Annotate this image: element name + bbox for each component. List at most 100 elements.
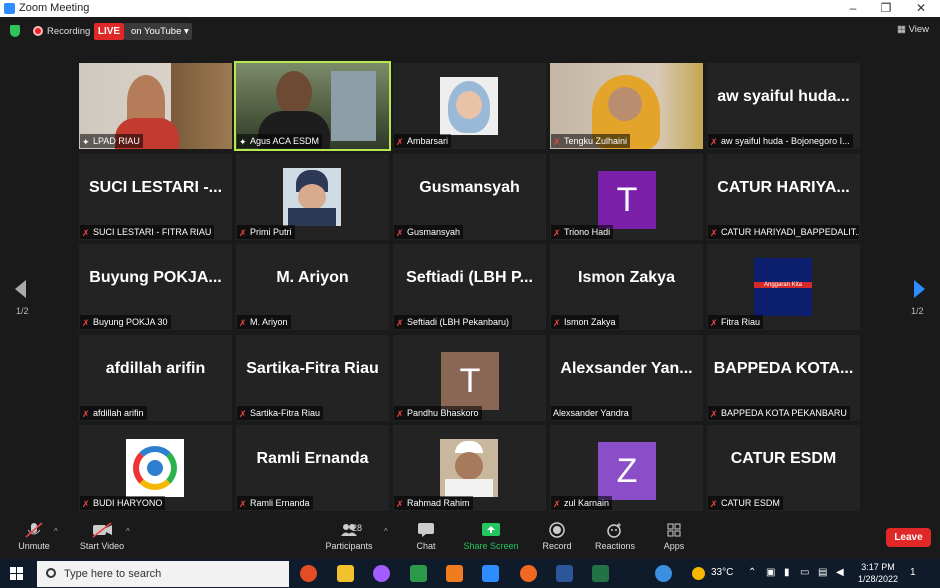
participant-tile[interactable]: ✦ Agus ACA ESDM <box>234 61 391 151</box>
participant-tile[interactable]: CATUR HARIYA... ✗ CATUR HARIYADI_BAPPEDALI… <box>707 154 860 240</box>
participant-tile[interactable]: Ismon Zakya ✗ Ismon Zakya <box>550 244 703 330</box>
notification-icon[interactable]: 1 <box>910 567 916 578</box>
mic-tray-icon[interactable]: ▮ <box>784 567 790 578</box>
participant-name-label: ✗ BUDI HARYONO <box>80 496 166 510</box>
participant-name: Fitra Riau <box>721 317 761 327</box>
avatar: T <box>598 171 656 229</box>
view-button[interactable]: ▦ View <box>897 24 929 35</box>
participant-name: Agus ACA ESDM <box>250 136 320 146</box>
next-page-arrow-icon[interactable] <box>914 280 925 298</box>
participant-name: CATUR ESDM <box>721 498 780 508</box>
participant-tile[interactable]: Buyung POKJA... ✗ Buyung POKJA 30 <box>79 244 232 330</box>
audio-options-caret-icon[interactable]: ^ <box>54 527 58 536</box>
browser-icon[interactable] <box>373 565 390 582</box>
taskbar-clock[interactable]: 3:17 PM 1/28/2022 <box>858 561 898 585</box>
participant-name: afdillah arifin <box>93 408 144 418</box>
media-app-icon[interactable] <box>520 565 537 582</box>
participant-tile[interactable]: BAPPEDA KOTA... ✗ BAPPEDA KOTA PEKANBARU <box>707 335 860 421</box>
participant-tile[interactable]: Z ✗ zul Karnain <box>550 425 703 511</box>
participant-tile[interactable]: Anggaran Kita ✗ Fitra Riau <box>707 244 860 330</box>
record-button[interactable]: Record <box>540 522 574 551</box>
participant-tile[interactable]: afdillah arifin ✗ afdillah arifin <box>79 335 232 421</box>
zoom-app: Zoom Meeting – ❐ ✕ Recording LIVE on You… <box>0 0 940 588</box>
participant-display-name: CATUR ESDM <box>730 450 837 467</box>
unmute-button[interactable]: Unmute <box>15 522 53 551</box>
chrome-icon[interactable] <box>300 565 317 582</box>
battery-icon[interactable]: ▭ <box>800 567 809 578</box>
temperature[interactable]: 33°C <box>711 567 733 578</box>
avatar-letter: T <box>459 362 481 400</box>
participant-tile[interactable]: M. Ariyon ✗ M. Ariyon <box>236 244 389 330</box>
muted-mic-icon: ✗ <box>239 499 247 509</box>
participant-tile[interactable]: Ramli Ernanda ✗ Ramli Ernanda <box>236 425 389 511</box>
participant-name-label: ✗ afdillah arifin <box>80 406 147 420</box>
muted-mic-icon: ✗ <box>396 499 404 509</box>
participant-tile[interactable]: Sartika-Fitra Riau ✗ Sartika-Fitra Riau <box>236 335 389 421</box>
participant-tile[interactable]: ✗ Primi Putri <box>236 154 389 240</box>
participants-button[interactable]: 28 Participants <box>322 522 376 551</box>
app-icon[interactable] <box>446 565 463 582</box>
participant-tile[interactable]: T ✗ Triono Hadi <box>550 154 703 240</box>
avatar-letter: T <box>616 181 638 219</box>
leave-button[interactable]: Leave <box>886 528 931 547</box>
logo-image <box>126 439 184 497</box>
participant-name: Ramli Ernanda <box>250 498 310 508</box>
help-icon[interactable] <box>655 565 672 582</box>
participant-tile[interactable]: SUCI LESTARI -... ✗ SUCI LESTARI - FITRA R… <box>79 154 232 240</box>
avatar: Z <box>598 442 656 500</box>
participant-tile[interactable]: Seftiadi (LBH P... ✗ Seftiadi (LBH Pekanba… <box>393 244 546 330</box>
prev-page-arrow-icon[interactable] <box>15 280 26 298</box>
participant-tile[interactable]: Alexsander Yan... Alexsander Yandra <box>550 335 703 421</box>
muted-mic-icon: ✗ <box>82 499 90 509</box>
participant-display-name: Seftiadi (LBH P... <box>406 269 533 286</box>
volume-icon[interactable]: ◀ <box>836 567 844 578</box>
participant-tile[interactable]: ✗ BUDI HARYONO <box>79 425 232 511</box>
participant-tile[interactable]: Gusmansyah ✗ Gusmansyah <box>393 154 546 240</box>
participant-tile[interactable]: aw syaiful huda... ✗ aw syaiful huda - Boj… <box>707 63 860 149</box>
participant-tile[interactable]: ✗ Rahmad Rahim <box>393 425 546 511</box>
tray-app-icon[interactable]: ▣ <box>766 567 775 578</box>
security-shield-icon[interactable] <box>10 25 20 37</box>
sticky-notes-icon[interactable] <box>410 565 427 582</box>
participant-tile[interactable]: ✦ LPAD RIAU <box>79 63 232 149</box>
taskbar-search-input[interactable]: Type here to search <box>37 561 289 587</box>
meeting-toolbar: Unmute ^ Start Video ^ 28 Participants ^… <box>0 518 940 559</box>
muted-mic-icon: ✗ <box>710 228 718 238</box>
participants-caret-icon[interactable]: ^ <box>384 527 388 536</box>
muted-mic-icon: ✗ <box>396 228 404 238</box>
restore-button[interactable]: ❐ <box>871 0 901 17</box>
page-indicator-left: 1/2 <box>16 306 29 316</box>
participant-name-label: ✗ Gusmansyah <box>394 225 464 239</box>
participant-tile[interactable]: T ✗ Pandhu Bhaskoro <box>393 335 546 421</box>
notification-count: 1 <box>910 567 916 578</box>
clock-time: 3:17 PM <box>861 562 895 572</box>
excel-icon[interactable] <box>592 565 609 582</box>
close-button[interactable]: ✕ <box>906 0 936 17</box>
participant-name: Sartika-Fitra Riau <box>250 408 321 418</box>
tray-expand-icon[interactable]: ⌃ <box>748 567 756 578</box>
participant-display-name: aw syaiful huda... <box>717 88 850 105</box>
windows-start-icon[interactable] <box>10 567 23 580</box>
network-icon[interactable]: ▤ <box>818 567 827 578</box>
muted-mic-icon: ✗ <box>239 318 247 328</box>
apps-label: Apps <box>663 541 685 551</box>
participant-tile[interactable]: ✗ Ambarsari <box>393 63 546 149</box>
live-badge[interactable]: LIVE <box>94 23 124 40</box>
minimize-button[interactable]: – <box>838 0 868 17</box>
apps-button[interactable]: Apps <box>660 522 688 551</box>
stream-dropdown[interactable]: on YouTube ▾ <box>124 23 192 40</box>
participant-tile[interactable]: CATUR ESDM ✗ CATUR ESDM <box>707 425 860 511</box>
participant-name-label: ✦ Agus ACA ESDM <box>237 134 323 148</box>
reactions-button[interactable]: Reactions <box>594 522 636 551</box>
share-screen-button[interactable]: Share Screen <box>462 522 520 551</box>
start-video-label: Start Video <box>79 541 125 551</box>
file-explorer-icon[interactable] <box>337 565 354 582</box>
zoom-taskbar-icon[interactable] <box>482 565 499 582</box>
chat-button[interactable]: Chat <box>410 522 442 551</box>
participant-tile[interactable]: ✗ Tengku Zulhaini <box>550 63 703 149</box>
word-icon[interactable] <box>556 565 573 582</box>
participant-display-name: SUCI LESTARI -... <box>88 179 223 196</box>
participant-display-name: Buyung POKJA... <box>89 269 222 286</box>
video-options-caret-icon[interactable]: ^ <box>126 527 130 536</box>
start-video-button[interactable]: Start Video <box>76 522 128 551</box>
